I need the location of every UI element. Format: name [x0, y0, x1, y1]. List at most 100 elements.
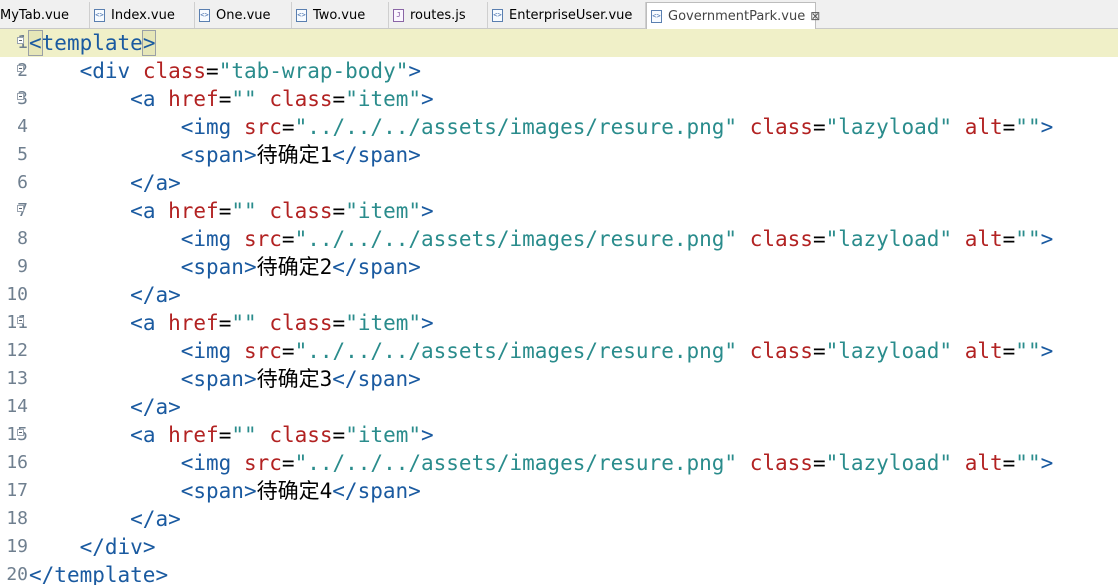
line-number: 8 [17, 228, 28, 249]
attr-name: class [749, 115, 813, 139]
attr-value: "item" [345, 423, 422, 447]
tab-enterpriseuser[interactable]: <> EnterpriseUser.vue [488, 2, 646, 28]
vue-file-icon: <> [199, 8, 210, 22]
tag-name: span [357, 367, 409, 391]
attr-value: "../../../assets/images/resure.png" [294, 451, 738, 475]
tag-name: div [92, 59, 131, 83]
attr-value: "item" [345, 199, 422, 223]
attr-value: "" [1015, 227, 1041, 251]
attr-value: "../../../assets/images/resure.png" [294, 227, 738, 251]
attr-value: "" [1015, 339, 1041, 363]
line-number: 13 [6, 368, 28, 389]
attr-value: "" [1015, 115, 1041, 139]
attr-value: "lazyload" [825, 115, 953, 139]
tab-label: GovernmentPark.vue [668, 8, 806, 24]
code-line: 9 <span>待确定2</span> [0, 253, 1118, 281]
code-editor[interactable]: 1 <template> 2 <div class="tab-wrap-body… [0, 29, 1118, 585]
fold-toggle-icon[interactable] [17, 317, 24, 324]
attr-value: "" [1015, 451, 1041, 475]
code-line: 12 <img src="../../../assets/images/resu… [0, 337, 1118, 365]
tag-name: span [193, 143, 244, 167]
tag-name: a [155, 507, 169, 531]
attr-name: class [269, 199, 333, 223]
line-number: 20 [6, 564, 28, 585]
attr-value: "lazyload" [825, 339, 953, 363]
tag-name: a [142, 199, 156, 223]
attr-value: "" [231, 87, 257, 111]
vue-file-icon: <> [651, 9, 662, 23]
tag-name: template [41, 31, 143, 55]
tab-governmentpark[interactable]: <> GovernmentPark.vue ⊠ [646, 2, 820, 29]
attr-value: "tab-wrap-body" [218, 59, 409, 83]
attr-name: src [243, 227, 282, 251]
code-line: 5 <span>待确定1</span> [0, 141, 1118, 169]
code-line: 19 </div> [0, 533, 1118, 561]
attr-name: alt [964, 451, 1003, 475]
code-line: 15 <a href="" class="item"> [0, 421, 1118, 449]
tag-name: img [193, 451, 232, 475]
tab-mytab[interactable]: MyTab.vue [0, 2, 90, 28]
attr-name: class [749, 451, 813, 475]
tab-label: Index.vue [111, 7, 175, 23]
tag-name: span [193, 479, 244, 503]
tag-name: span [193, 367, 244, 391]
code-line: 16 <img src="../../../assets/images/resu… [0, 449, 1118, 477]
tag-name: a [142, 311, 156, 335]
tab-label: Two.vue [313, 7, 366, 23]
attr-name: href [168, 199, 219, 223]
tag-name: template [54, 563, 156, 585]
attr-name: class [269, 87, 333, 111]
tab-routes[interactable]: J routes.js [389, 2, 488, 28]
tab-label: routes.js [410, 7, 466, 23]
fold-toggle-icon[interactable] [17, 429, 24, 436]
attr-value: "../../../assets/images/resure.png" [294, 339, 738, 363]
attr-name: class [269, 311, 333, 335]
tag-name: a [142, 87, 156, 111]
code-line: 14 </a> [0, 393, 1118, 421]
attr-name: src [243, 451, 282, 475]
line-number: 16 [6, 452, 28, 473]
line-number: 6 [17, 172, 28, 193]
attr-value: "item" [345, 87, 422, 111]
fold-toggle-icon[interactable] [17, 37, 24, 44]
vue-file-icon: <> [492, 8, 503, 22]
attr-name: alt [964, 115, 1003, 139]
code-line: 2 <div class="tab-wrap-body"> [0, 57, 1118, 85]
fold-toggle-icon[interactable] [17, 93, 24, 100]
line-number: 5 [17, 144, 28, 165]
tag-name: a [155, 395, 169, 419]
attr-value: "lazyload" [825, 451, 953, 475]
attr-name: alt [964, 339, 1003, 363]
tag-name: span [193, 255, 244, 279]
tab-index[interactable]: <> Index.vue [90, 2, 195, 28]
line-number: 17 [6, 480, 28, 501]
tag-name: span [357, 479, 409, 503]
attr-name: src [243, 339, 282, 363]
attr-name: href [168, 87, 219, 111]
line-number: 19 [6, 536, 28, 557]
tag-name: a [155, 283, 169, 307]
span-text: 待确定2 [256, 255, 333, 279]
tab-two[interactable]: <> Two.vue [292, 2, 389, 28]
code-line: 1 <template> [0, 29, 1118, 57]
line-number: 14 [6, 396, 28, 417]
line-number: 9 [17, 256, 28, 277]
attr-value: "" [231, 311, 257, 335]
code-line: 3 <a href="" class="item"> [0, 85, 1118, 113]
fold-toggle-icon[interactable] [17, 65, 24, 72]
span-text: 待确定1 [256, 143, 333, 167]
editor-tab-bar: MyTab.vue <> Index.vue <> One.vue <> Two… [0, 0, 1118, 29]
span-text: 待确定3 [256, 367, 333, 391]
code-line: 10 </a> [0, 281, 1118, 309]
js-file-icon: J [393, 8, 404, 22]
attr-name: class [269, 423, 333, 447]
tag-name: span [357, 255, 409, 279]
tab-label: MyTab.vue [0, 7, 69, 23]
line-number: 12 [6, 340, 28, 361]
code-line: 8 <img src="../../../assets/images/resur… [0, 225, 1118, 253]
fold-toggle-icon[interactable] [17, 205, 24, 212]
tab-one[interactable]: <> One.vue [195, 2, 292, 28]
tag-name: a [155, 171, 169, 195]
code-line: 17 <span>待确定4</span> [0, 477, 1118, 505]
close-tab-icon[interactable]: ⊠ [810, 9, 820, 23]
